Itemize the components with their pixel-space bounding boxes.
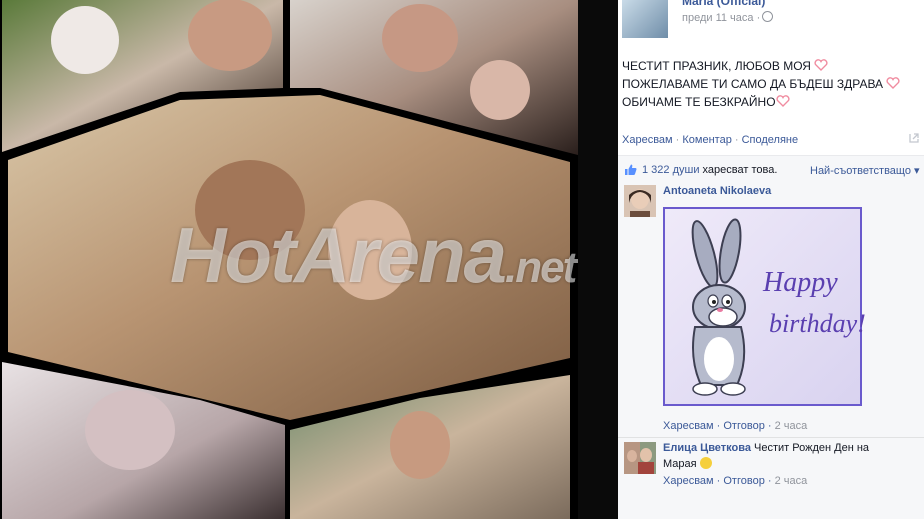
post-actions: Харесвам · Коментар · Споделяне <box>622 134 799 146</box>
comment-text-line-2: Марая <box>663 458 697 470</box>
comment-time[interactable]: 2 часа <box>775 420 808 432</box>
post-line-1: ЧЕСТИТ ПРАЗНИК, ЛЮБОВ МОЯ <box>622 59 811 73</box>
post-line-2: ПОЖЕЛАВАМЕ ТИ САМО ДА БЪДЕШ ЗДРАВА <box>622 77 884 91</box>
comment-reply-link[interactable]: Отговор <box>723 420 764 432</box>
comment-sort-dropdown[interactable]: Най-съответстващо ▾ <box>810 164 920 177</box>
page-avatar[interactable] <box>622 0 668 38</box>
likes-summary: 1 322 души харесват това. Най-съответств… <box>618 155 924 185</box>
comments-list: Antoaneta Nikolaeva Happy birthday! Харе… <box>618 183 924 519</box>
commenter-name: Елица Цветкова Честит Рожден Ден на <box>663 442 869 454</box>
comment-meta: Харесвам · Отговор · 2 часа <box>663 475 808 487</box>
commenter-avatar[interactable] <box>624 442 656 474</box>
heart-emoji-icon <box>886 77 900 89</box>
comment-link[interactable]: Коментар <box>682 134 731 146</box>
page-name-link[interactable]: Maria (Official) <box>682 0 765 8</box>
heart-emoji-icon <box>775 95 790 107</box>
hotarena-watermark: HotArena.net <box>170 211 577 299</box>
comment-item: Елица Цветкова Честит Рожден Ден на Мара… <box>624 442 924 502</box>
birthday-text: birthday! <box>769 309 866 338</box>
comment-text: Честит Рожден Ден на <box>750 442 870 454</box>
bugs-bunny-illustration <box>691 218 746 396</box>
post-timestamp[interactable]: преди 11 часа · <box>682 11 774 24</box>
smile-emoji-icon <box>699 457 712 469</box>
comment-like-link[interactable]: Харесвам <box>663 475 714 487</box>
commenter-avatar[interactable] <box>624 185 656 217</box>
globe-icon <box>762 11 774 22</box>
comment-divider <box>618 437 924 438</box>
image-viewer-gutter <box>578 0 618 519</box>
like-link[interactable]: Харесвам <box>622 134 673 146</box>
commenter-name[interactable]: Antoaneta Nikolaeva <box>663 185 771 197</box>
comment-time[interactable]: 2 часа <box>775 475 808 487</box>
likes-count-link[interactable]: 1 322 души <box>642 164 699 176</box>
comment-item: Antoaneta Nikolaeva Happy birthday! Харе… <box>624 185 924 435</box>
photo-collage[interactable]: HotArena.net <box>0 0 578 519</box>
likes-count: 1 322 души харесват това. <box>642 164 778 176</box>
post-header: Maria (Official) преди 11 часа · <box>622 0 922 40</box>
post-line-3: ОБИЧАМЕ ТЕ БЕЗКРАЙНО <box>622 95 776 109</box>
comment-birthday-image[interactable]: Happy birthday! <box>663 207 866 406</box>
share-icon[interactable] <box>908 132 920 144</box>
happy-text: Happy <box>763 267 838 298</box>
like-thumb-icon <box>625 164 637 175</box>
post-side-panel: Maria (Official) преди 11 часа · ЧЕСТИТ … <box>618 0 924 519</box>
comment-reply-link[interactable]: Отговор <box>723 475 764 487</box>
commenter-name-link[interactable]: Елица Цветкова <box>663 442 751 454</box>
post-text: ЧЕСТИТ ПРАЗНИК, ЛЮБОВ МОЯ ПОЖЕЛАВАМЕ ТИ … <box>622 57 922 111</box>
heart-emoji-icon <box>814 59 828 71</box>
comment-meta: Харесвам · Отговор · 2 часа <box>663 420 808 432</box>
comment-like-link[interactable]: Харесвам <box>663 420 714 432</box>
share-link[interactable]: Споделяне <box>742 134 799 146</box>
